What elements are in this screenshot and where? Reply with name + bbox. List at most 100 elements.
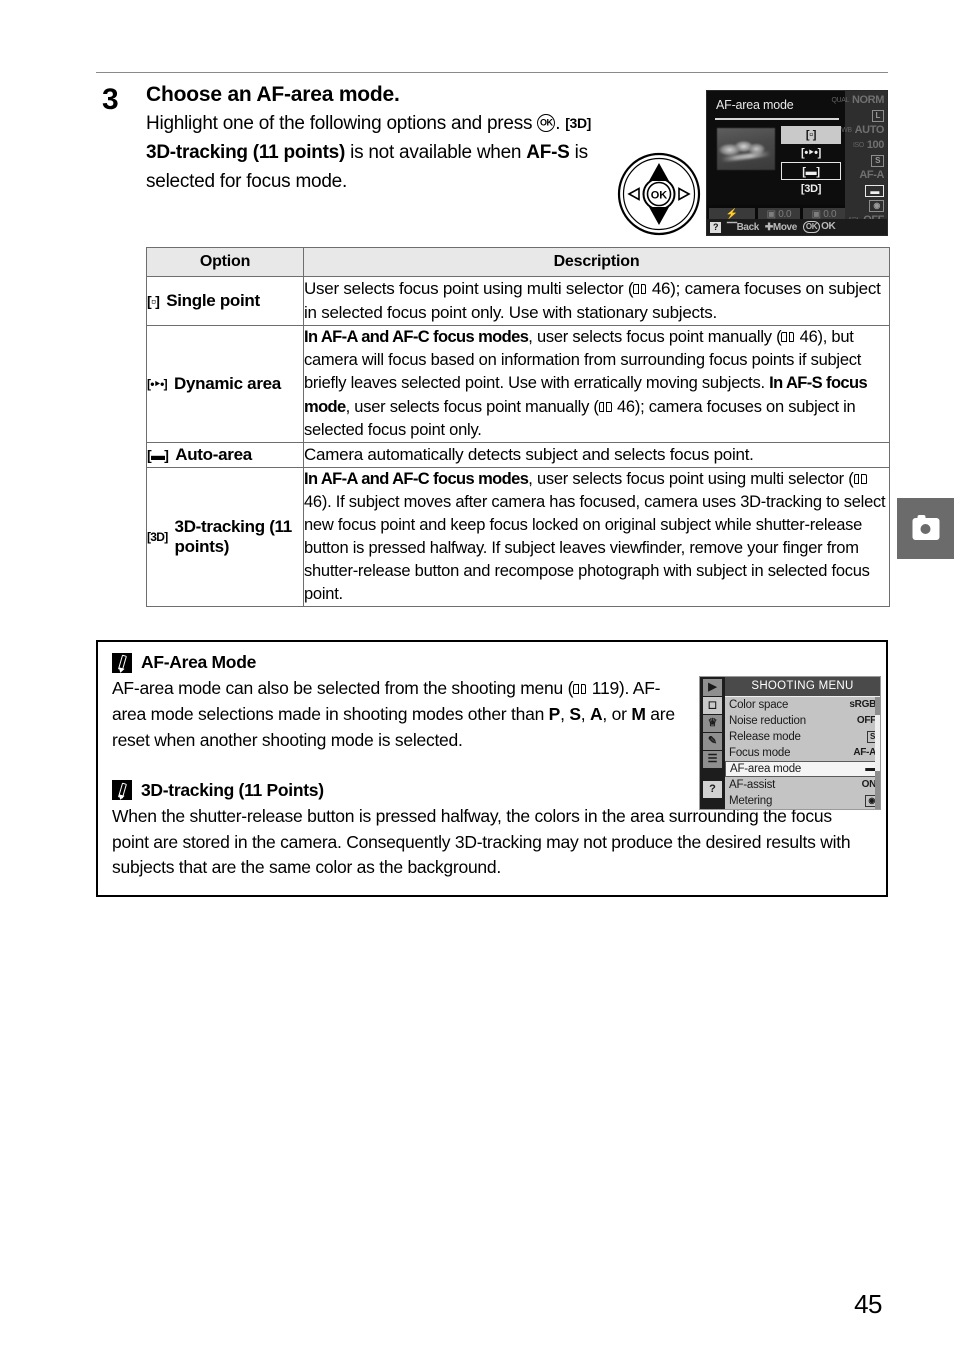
table-row: [▫] Single point User selects focus poin… — [146, 275, 890, 327]
note-header: AF-Area Mode — [112, 652, 872, 673]
lcd-title: AF-area mode — [716, 98, 794, 112]
shooting-icon[interactable]: ◻ — [703, 697, 722, 714]
lcd-main-panel: AF-area mode [▫] [•‣•] [▬] [3D] ⚡ ▣ 0.0 … — [707, 91, 847, 221]
menu-item-label: Release mode — [729, 731, 801, 743]
3d-area-icon: [3D] — [565, 115, 591, 132]
af-area-mode-table: Option Description [▫] Single point User… — [146, 247, 890, 608]
lcd-status-iso: ISO 100 — [852, 139, 884, 151]
step-block: 3 Choose an AF-area mode. Highlight one … — [96, 82, 616, 197]
table-header-description: Description — [303, 247, 890, 277]
help-badge-icon: ? — [710, 221, 721, 233]
step-text-part1: Highlight one of the following options a… — [146, 113, 538, 135]
camera-icon — [912, 514, 939, 540]
lcd-status-whitebalance: WB AUTO — [841, 124, 884, 136]
lcd-status-quality: QUAL NORM — [831, 94, 885, 106]
table-cell-description: Camera automatically detects subject and… — [303, 441, 890, 468]
table-cell-option: [▫] Single point — [146, 275, 304, 327]
shooting-menu-title: SHOOTING MENU — [725, 677, 880, 696]
single-point-icon: [▫] — [147, 293, 160, 310]
lcd-status-sidebar: QUALNORM L WBAUTO ISO100 S AF-A ▬ ◉ ADLO… — [831, 91, 887, 226]
note-body: When the shutter-release button is press… — [112, 805, 851, 878]
header-rule — [96, 72, 888, 73]
shooting-menu-rows: Color space sRGB Noise reduction OFF Rel… — [725, 697, 880, 809]
dynamic-area-icon: [•‣•] — [147, 376, 168, 391]
lcd-option-3d-tracking[interactable]: [3D] — [781, 180, 841, 198]
auto-area-icon: [▬] — [147, 446, 169, 463]
lcd-status-metering: ◉ — [845, 198, 887, 213]
page-number: 45 — [854, 1289, 882, 1319]
lcd-move-label: ✚Move — [764, 221, 797, 233]
lcd-option-single-point[interactable]: [▫] — [781, 126, 841, 144]
menu-item-label: Noise reduction — [729, 715, 806, 727]
menu-item-color-space[interactable]: Color space sRGB — [725, 697, 880, 713]
table-cell-option: [3D] 3D-tracking (11 points) — [146, 466, 304, 608]
lcd-back-label: ⎺Back — [727, 221, 759, 233]
multi-selector-diagram: OK — [617, 152, 701, 236]
recent-settings-icon[interactable]: ☰ — [703, 751, 722, 768]
lcd-bottom-bar: ? ⎺Back ✚Move OK OK — [707, 219, 887, 235]
shooting-menu-body: SHOOTING MENU Color space sRGB Noise red… — [725, 677, 880, 809]
lcd-status-focusmode: AF-A — [859, 169, 884, 181]
lcd-ok-label: OK OK — [802, 221, 836, 233]
step-text-part2: is not available when — [345, 142, 527, 164]
table-cell-description: In AF-A and AF-C focus modes, user selec… — [303, 466, 890, 608]
menu-item-noise-reduction[interactable]: Noise reduction OFF — [725, 713, 880, 729]
chapter-tab-shooting — [897, 498, 954, 559]
step-bold-3d: 3D-tracking (11 points) — [146, 142, 346, 164]
table-cell-option: [•‣•] Dynamic area — [146, 325, 304, 443]
lcd-status-afareamode: ▬ — [845, 183, 887, 198]
lcd-status-imagesize: L — [845, 108, 887, 123]
step-text-ok-suffix: . — [555, 113, 566, 135]
pencil-icon — [112, 652, 132, 673]
step-title: Choose an AF-area mode. — [146, 83, 400, 106]
note-title: AF-Area Mode — [141, 652, 257, 672]
shooting-menu-tab-strip: ▶ ◻ ♕ ✎ ☰ ? — [700, 677, 725, 809]
table-header-row: Option Description — [146, 247, 890, 277]
camera-lcd-screenshot: AF-area mode [▫] [•‣•] [▬] [3D] ⚡ ▣ 0.0 … — [706, 90, 888, 236]
table-row: [▬] Auto-area Camera automatically detec… — [146, 441, 890, 468]
step-description: Highlight one of the following options a… — [146, 110, 616, 197]
lcd-preview-thumbnail — [717, 128, 775, 170]
menu-item-value: sRGB — [849, 699, 876, 710]
option-label: Auto-area — [175, 444, 252, 464]
3d-tracking-icon: [3D] — [147, 530, 168, 545]
manual-page: 3 Choose an AF-area mode. Highlight one … — [0, 0, 954, 1352]
note-title: 3D-tracking (11 Points) — [141, 779, 324, 800]
lcd-status-releasemode: S — [845, 153, 887, 168]
menu-item-label: Focus mode — [729, 747, 791, 759]
svg-text:OK: OK — [651, 190, 668, 202]
table-cell-description: User selects focus point using multi sel… — [303, 275, 890, 327]
shooting-menu-scrollbar[interactable] — [875, 697, 880, 809]
step-number: 3 — [102, 83, 119, 116]
setup-wrench-icon[interactable]: ♕ — [703, 715, 722, 732]
menu-item-af-area-mode[interactable]: AF-area mode ▬ — [725, 761, 880, 777]
table-row: [•‣•] Dynamic area In AF-A and AF-C focu… — [146, 325, 890, 443]
menu-item-release-mode[interactable]: Release mode S — [725, 729, 880, 745]
pencil-icon — [112, 780, 132, 801]
menu-item-label: AF-assist — [729, 779, 776, 791]
step-bold-afs: AF-S — [526, 142, 570, 164]
help-question-icon[interactable]: ? — [703, 781, 722, 798]
menu-item-focus-mode[interactable]: Focus mode AF-A — [725, 745, 880, 761]
table-row: [3D] 3D-tracking (11 points) In AF-A and… — [146, 466, 890, 608]
shooting-menu-screenshot: ▶ ◻ ♕ ✎ ☰ ? SHOOTING MENU Color space sR… — [699, 676, 881, 810]
retouch-pencil-icon[interactable]: ✎ — [703, 733, 722, 750]
multi-selector-svg: OK — [617, 152, 701, 236]
playback-icon[interactable]: ▶ — [703, 679, 722, 696]
menu-item-label: Color space — [729, 699, 789, 711]
option-label: Dynamic area — [173, 373, 281, 393]
ok-button-icon — [537, 114, 556, 133]
option-label: 3D-tracking (11 points) — [174, 516, 293, 557]
lcd-title-underline — [715, 118, 839, 120]
lcd-option-list: [▫] [•‣•] [▬] [3D] — [781, 126, 841, 198]
menu-item-label: Metering — [729, 795, 773, 807]
menu-item-metering[interactable]: Metering ◉ — [725, 793, 880, 809]
table-cell-description: In AF-A and AF-C focus modes, user selec… — [303, 325, 890, 443]
option-label: Single point — [166, 290, 260, 310]
table-header-option: Option — [146, 247, 304, 277]
menu-item-af-assist[interactable]: AF-assist ON — [725, 777, 880, 793]
lcd-option-auto-area[interactable]: [▬] — [781, 162, 841, 180]
menu-item-label: AF-area mode — [730, 763, 802, 775]
lcd-option-dynamic-area[interactable]: [•‣•] — [781, 144, 841, 162]
scrollbar-thumb[interactable] — [875, 715, 880, 771]
